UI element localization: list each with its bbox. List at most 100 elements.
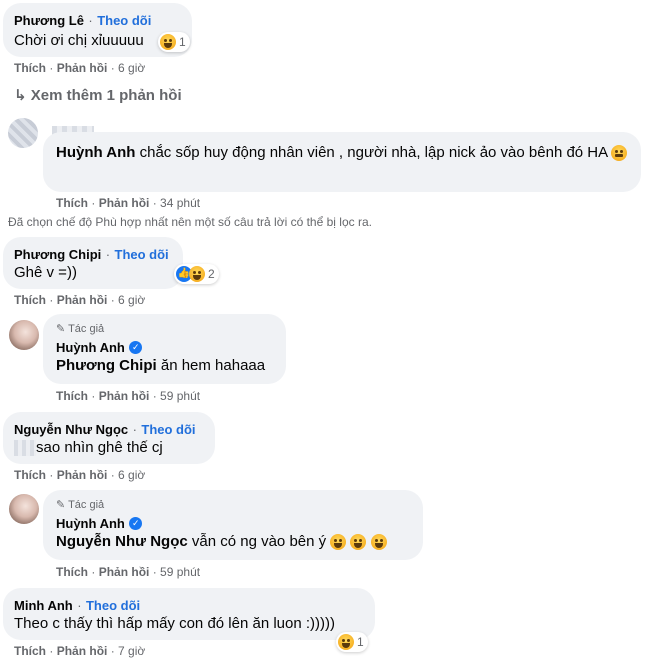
commenter-name[interactable]: Phương Chipi: [14, 247, 101, 262]
comment-text: chắc sốp huy động nhân viên , người nhà,…: [139, 144, 608, 161]
comment-text: sao nhìn ghê thế cj: [36, 439, 163, 456]
follow-link[interactable]: Theo dõi: [86, 598, 140, 613]
comment-actions: Thích · Phản hồi · 34 phút: [56, 196, 200, 210]
pen-icon: ✎: [56, 499, 66, 511]
separator-dot: ·: [132, 422, 137, 437]
reaction-summary[interactable]: 1: [158, 32, 190, 52]
separator-dot: ·: [91, 389, 96, 403]
like-button[interactable]: Thích: [56, 565, 88, 579]
reply-button[interactable]: Phản hồi: [57, 61, 108, 75]
comment-bubble-minh-anh: Minh Anh · Theo dõi Theo c thấy thì hấp …: [3, 588, 375, 640]
separator-dot: ·: [110, 61, 115, 75]
commenter-name[interactable]: Huỳnh Anh: [56, 340, 125, 355]
crying-emoji-icon: [350, 534, 367, 551]
reaction-count: 1: [357, 635, 364, 649]
comment-actions: Thích · Phản hồi · 6 giờ: [14, 293, 145, 307]
haha-reaction-icon: [338, 634, 354, 650]
separator-dot: ·: [49, 468, 54, 482]
reply-bubble-huynh-anh: ✎ Tác giả Huỳnh Anh ✓ Nguyễn Như Ngọc vẫ…: [43, 490, 423, 560]
like-button[interactable]: Thích: [14, 293, 46, 307]
reaction-summary[interactable]: 👍 2: [174, 264, 219, 284]
reply-button[interactable]: Phản hồi: [57, 644, 108, 658]
comment-actions: Thích · Phản hồi · 59 phút: [56, 389, 200, 403]
timestamp[interactable]: 6 giờ: [118, 468, 145, 482]
view-more-replies[interactable]: ↳ Xem thêm 1 phản hồi: [14, 86, 182, 104]
haha-reaction-icon: [160, 34, 176, 50]
author-badge: ✎ Tác giả: [56, 322, 104, 335]
separator-dot: ·: [49, 61, 54, 75]
separator-dot: ·: [88, 13, 93, 28]
timestamp[interactable]: 59 phút: [160, 565, 200, 579]
like-button[interactable]: Thích: [14, 61, 46, 75]
separator-dot: ·: [49, 644, 54, 658]
separator-dot: ·: [110, 644, 115, 658]
follow-link[interactable]: Theo dõi: [97, 13, 151, 28]
crying-emoji-icon: [330, 534, 347, 551]
like-button[interactable]: Thích: [56, 196, 88, 210]
view-more-replies-label: Xem thêm 1 phản hồi: [30, 87, 182, 104]
verified-icon: ✓: [129, 517, 143, 531]
reaction-count: 2: [208, 267, 215, 281]
separator-dot: ·: [91, 196, 96, 210]
timestamp[interactable]: 6 giờ: [118, 293, 145, 307]
separator-dot: ·: [105, 247, 111, 262]
reply-button[interactable]: Phản hồi: [99, 565, 150, 579]
comment-actions: Thích · Phản hồi · 59 phút: [56, 565, 200, 579]
commenter-name[interactable]: Huỳnh Anh: [56, 516, 125, 531]
separator-dot: ·: [49, 293, 54, 307]
reply-button[interactable]: Phản hồi: [57, 468, 108, 482]
commenter-name[interactable]: Huỳnh Anh: [56, 144, 135, 161]
avatar[interactable]: [8, 118, 38, 148]
separator-dot: ·: [110, 468, 115, 482]
comment-actions: Thích · Phản hồi · 6 giờ: [14, 61, 145, 75]
follow-link[interactable]: Theo dõi: [115, 247, 169, 262]
separator-dot: ·: [152, 389, 157, 403]
reply-button[interactable]: Phản hồi: [99, 389, 150, 403]
follow-link[interactable]: Theo dõi: [141, 422, 195, 437]
avatar[interactable]: [9, 320, 39, 350]
reaction-summary[interactable]: 1: [336, 632, 368, 652]
reply-button[interactable]: Phản hồi: [99, 196, 150, 210]
crying-emoji-icon: [370, 534, 387, 551]
reply-bubble-huynh-anh: ✎ Tác giả Huỳnh Anh ✓ Phương Chipi ăn he…: [43, 314, 286, 384]
author-label: Tác giả: [68, 323, 105, 335]
timestamp[interactable]: 34 phút: [160, 196, 200, 210]
author-label: Tác giả: [68, 499, 105, 511]
comment-text: ăn hem hahaaa: [160, 357, 266, 374]
comment-text: Chời ơi chị xỉuuuuu: [14, 32, 144, 49]
mention-link[interactable]: Nguyễn Như Ngọc: [56, 533, 188, 550]
like-button[interactable]: Thích: [56, 389, 88, 403]
timestamp[interactable]: 7 giờ: [118, 644, 145, 658]
haha-reaction-icon: [189, 266, 205, 282]
mention-link[interactable]: Phương Chipi: [56, 357, 157, 374]
filter-notice: Đã chọn chế độ Phù hợp nhất nên một số c…: [8, 215, 372, 229]
separator-dot: ·: [152, 565, 157, 579]
grimace-emoji-icon: [611, 145, 628, 162]
blurred-mention: [14, 440, 36, 457]
comment-text: vẫn có ng vào bên ý: [191, 533, 327, 550]
avatar[interactable]: [9, 494, 39, 524]
pen-icon: ✎: [56, 323, 66, 335]
comment-bubble-phuong-chipi: Phương Chipi · Theo dõi Ghê v =)): [3, 237, 183, 289]
verified-icon: ✓: [129, 341, 143, 355]
timestamp[interactable]: 59 phút: [160, 389, 200, 403]
reply-arrow-icon: ↳: [14, 87, 27, 104]
comment-actions: Thích · Phản hồi · 6 giờ: [14, 468, 145, 482]
separator-dot: ·: [77, 598, 82, 613]
comment-text: Ghê v =)): [14, 264, 77, 281]
commenter-name[interactable]: Minh Anh: [14, 598, 73, 613]
like-button[interactable]: Thích: [14, 468, 46, 482]
commenter-name[interactable]: Phương Lê: [14, 13, 84, 28]
comment-bubble-huynh-anh: Huỳnh Anh chắc sốp huy động nhân viên , …: [43, 132, 641, 192]
reply-button[interactable]: Phản hồi: [57, 293, 108, 307]
reaction-count: 1: [179, 35, 186, 49]
commenter-name[interactable]: Nguyễn Như Ngọc: [14, 422, 128, 437]
separator-dot: ·: [91, 565, 96, 579]
separator-dot: ·: [152, 196, 157, 210]
separator-dot: ·: [110, 293, 115, 307]
comment-actions: Thích · Phản hồi · 7 giờ: [14, 644, 145, 658]
comment-bubble-nguyen-nhu-ngoc: Nguyễn Như Ngọc · Theo dõi sao nhìn ghê …: [3, 412, 215, 464]
like-button[interactable]: Thích: [14, 644, 46, 658]
author-badge: ✎ Tác giả: [56, 498, 104, 511]
timestamp[interactable]: 6 giờ: [118, 61, 145, 75]
